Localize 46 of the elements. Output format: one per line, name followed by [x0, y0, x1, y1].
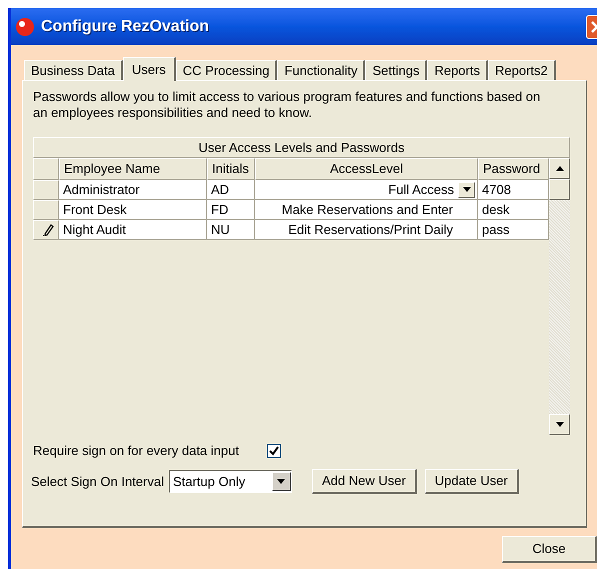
action-button[interactable]: Add New User [312, 469, 417, 494]
table-caption: User Access Levels and Passwords [33, 137, 570, 158]
sign-on-interval-dropdown[interactable]: Startup Only [168, 470, 292, 493]
tab[interactable]: Reports [427, 60, 488, 80]
table-cell-text: Full Access [388, 180, 454, 199]
tab[interactable]: Users [122, 57, 176, 81]
tab[interactable]: Reports2 [488, 60, 556, 80]
down-arrow-icon [556, 422, 564, 427]
scrollbar[interactable] [549, 158, 570, 435]
up-arrow-icon [556, 166, 564, 171]
pencil-icon [43, 224, 55, 236]
app-icon [15, 16, 35, 36]
table-cell-text: Make Reservations and Enter [282, 200, 453, 219]
row-selector[interactable] [33, 220, 59, 240]
require-sign-on-checkbox[interactable] [267, 444, 281, 458]
sign-on-interval-label: Select Sign On Interval [31, 472, 164, 491]
scroll-up-button[interactable] [549, 158, 570, 179]
column-header[interactable]: Password [478, 158, 549, 180]
table-cell-text: AD [211, 180, 230, 199]
description-text: Passwords allow you to limit access to various program features and functions based on an employees responsibilities and need to know. [33, 89, 542, 121]
column-header[interactable]: Employee Name [59, 158, 207, 180]
require-sign-on-label: Require sign on for every data input [33, 442, 240, 460]
scroll-thumb[interactable] [549, 179, 570, 200]
tab[interactable]: CC Processing [176, 60, 278, 80]
tab[interactable]: Settings [365, 60, 428, 80]
dropdown-arrow-icon [277, 479, 286, 484]
header-corner [33, 158, 59, 180]
table-cell-text: pass [482, 220, 510, 239]
scroll-down-button[interactable] [549, 414, 570, 435]
table-cell-text: Front Desk [63, 200, 127, 219]
table-cell-text: FD [211, 200, 228, 219]
table-cell-text: Administrator [63, 180, 140, 199]
action-button[interactable]: Update User [424, 469, 519, 494]
table-cell-text: Night Audit [63, 220, 126, 239]
window-title: Configure RezOvation [41, 16, 210, 36]
tab[interactable]: Functionality [277, 60, 366, 80]
table-cell-text: desk [482, 200, 510, 219]
table-cell-text: 4708 [482, 180, 511, 199]
table-cell-text: Edit Reservations/Print Daily [288, 220, 453, 239]
down-arrow-icon [462, 187, 470, 192]
column-header[interactable]: Initials [207, 158, 255, 180]
tab[interactable]: Business Data [24, 60, 123, 80]
close-button[interactable]: Close [502, 536, 597, 563]
access-level-dropdown-button[interactable] [458, 182, 475, 198]
column-header[interactable]: AccessLevel [255, 158, 478, 180]
table-cell-text: NU [211, 220, 230, 239]
